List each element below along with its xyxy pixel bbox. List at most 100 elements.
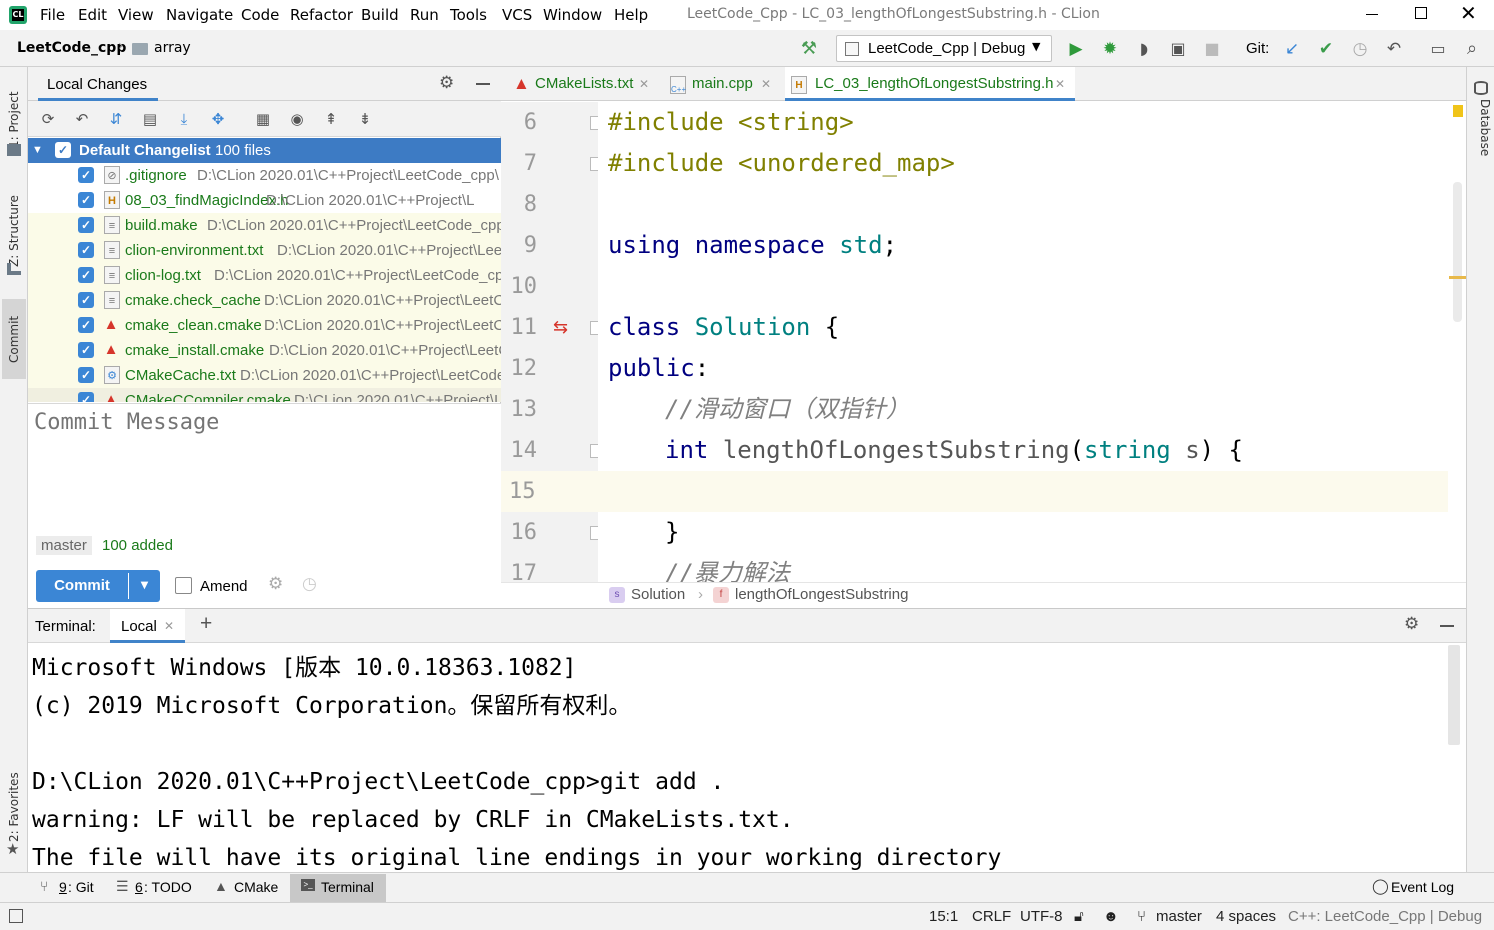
menu-code[interactable]: Code [241,6,279,24]
tool-tab-terminal[interactable]: >_ Terminal [290,874,386,902]
minimize-button[interactable] [1366,14,1378,15]
menu-run[interactable]: Run [410,6,439,24]
code-area[interactable]: #include <string> #include <unordered_ma… [598,102,1448,582]
breadcrumb-project[interactable]: LeetCode_cpp [17,40,126,56]
build-hammer-icon[interactable]: ⚒ [798,38,820,60]
changelist-icon[interactable]: ▤ [139,108,161,130]
tool-tab-todo[interactable]: ☰ 6: TODO [108,873,198,902]
close-tab-icon[interactable]: ✕ [1055,67,1065,101]
update-download-icon[interactable]: ⤓ [173,108,195,130]
local-changes-tab[interactable]: Local Changes [47,76,147,93]
git-commit-icon[interactable]: ✔ [1315,38,1337,60]
fold-marker-icon[interactable] [590,157,598,171]
file-checkbox[interactable]: ✓ [78,392,94,402]
menu-navigate[interactable]: Navigate [166,6,233,24]
shelve-icon[interactable]: ✥ [207,108,229,130]
list-item[interactable]: ✓ ≡ clion-environment.txt D:\CLion 2020.… [28,238,501,263]
preview-eye-icon[interactable]: ◉ [286,108,308,130]
toggle-tool-windows-icon[interactable] [9,909,23,923]
close-tab-icon[interactable]: ✕ [164,619,174,633]
commit-button[interactable]: Commit [36,570,128,602]
tab-main-cpp[interactable]: C++ main.cpp ✕ [668,67,780,101]
amend-checkbox[interactable] [175,577,192,594]
side-tab-favorites[interactable]: 2: Favorites [2,767,26,847]
fold-marker-icon[interactable] [590,444,598,458]
indent-setting[interactable]: 4 spaces [1216,908,1276,925]
file-encoding[interactable]: UTF-8 [1020,908,1063,925]
lock-icon[interactable]: 🔓︎ [1074,908,1084,925]
tool-tab-git[interactable]: ⑂ 9: Git [33,873,105,902]
changelist-checkbox[interactable]: ✓ [55,142,71,158]
hide-panel-icon[interactable] [1440,625,1454,627]
expand-all-icon[interactable]: ⇞ [320,108,342,130]
fold-marker-icon[interactable] [590,526,598,540]
event-log-button[interactable]: ◯ Event Log [1370,873,1460,902]
menu-vcs[interactable]: VCS [502,6,532,24]
cursor-position[interactable]: 15:1 [929,908,958,925]
file-checkbox[interactable]: ✓ [78,192,94,208]
fold-marker-icon[interactable] [590,116,598,130]
rollback-icon[interactable]: ↶ [71,108,93,130]
run-icon[interactable]: ▶ [1065,38,1087,60]
commit-message-input[interactable] [34,410,494,530]
search-icon[interactable]: ⌕ [1461,38,1483,60]
tool-tab-cmake[interactable]: ▲ CMake [205,873,287,902]
commit-options-dropdown[interactable]: ▼ [129,570,160,602]
breadcrumb-folder[interactable]: array [154,40,191,56]
list-item[interactable]: ✓ ⊘ .gitignore D:\CLion 2020.01\C++Proje… [28,163,501,188]
file-checkbox[interactable]: ✓ [78,217,94,233]
file-checkbox[interactable]: ✓ [78,317,94,333]
file-checkbox[interactable]: ✓ [78,292,94,308]
close-tab-icon[interactable]: ✕ [639,67,649,101]
git-update-icon[interactable]: ↙ [1281,38,1303,60]
inspection-status-icon[interactable] [1453,105,1463,117]
file-checkbox[interactable]: ✓ [78,367,94,383]
gear-icon[interactable]: ⚙ [1404,614,1419,634]
list-item[interactable]: ✓ ▲ cmake_install.cmake D:\CLion 2020.01… [28,338,501,363]
file-checkbox[interactable]: ✓ [78,267,94,283]
close-window-button[interactable]: ✕ [1460,2,1477,24]
inspector-icon[interactable]: ☻ [1103,908,1119,925]
debug-bug-icon[interactable]: ✹ [1099,38,1121,60]
file-checkbox[interactable]: ✓ [78,342,94,358]
list-item[interactable]: ✓ ≡ clion-log.txt D:\CLion 2020.01\C++Pr… [28,263,501,288]
side-tab-commit[interactable]: Commit [2,299,26,379]
list-item[interactable]: ✓ ≡ cmake.check_cache D:\CLion 2020.01\C… [28,288,501,313]
commit-options-gear-icon[interactable]: ⚙ [268,574,283,594]
breadcrumb-method[interactable]: lengthOfLongestSubstring [735,586,908,603]
editor-scrollbar[interactable] [1449,102,1466,582]
menu-refactor[interactable]: Refactor [290,6,353,24]
side-tab-database[interactable]: Database [1470,99,1492,189]
breadcrumb-class[interactable]: Solution [631,586,685,603]
fold-marker-icon[interactable] [590,321,598,335]
menu-tools[interactable]: Tools [450,6,487,24]
run-with-coverage-icon[interactable]: ◗ [1133,38,1155,60]
refresh-icon[interactable]: ⟳ [37,108,59,130]
gear-icon[interactable]: ⚙ [439,73,454,93]
menu-build[interactable]: Build [361,6,399,24]
scroll-thumb[interactable] [1453,182,1462,322]
git-branch[interactable]: master [1156,908,1202,925]
menu-view[interactable]: View [118,6,154,24]
git-history-icon[interactable]: ◷ [1349,38,1371,60]
run-config-select[interactable]: LeetCode_Cpp | Debug ▼ [836,35,1052,62]
menu-file[interactable]: File [40,6,65,24]
list-item[interactable]: ✓ ▲ CMakeCCompiler.cmake D:\CLion 2020.0… [28,388,501,402]
maximize-button[interactable] [1415,7,1427,19]
changelist-row[interactable]: ▼ ✓ Default Changelist 100 files [28,138,501,163]
line-separator[interactable]: CRLF [972,908,1011,925]
new-terminal-plus-icon[interactable]: + [200,612,212,636]
file-checkbox[interactable]: ✓ [78,242,94,258]
collapse-all-icon[interactable]: ⇟ [354,108,376,130]
git-rollback-icon[interactable]: ↶ [1383,38,1405,60]
project-structure-icon[interactable]: ▭ [1427,38,1449,60]
close-tab-icon[interactable]: ✕ [761,67,771,101]
stop-icon[interactable]: ■ [1201,38,1223,60]
group-by-icon[interactable]: ▦ [252,108,274,130]
terminal-scrollbar[interactable] [1448,645,1460,745]
list-item[interactable]: ✓ ≡ build.make D:\CLion 2020.01\C++Proje… [28,213,501,238]
menu-help[interactable]: Help [614,6,648,24]
list-item[interactable]: ✓ ⚙ CMakeCache.txt D:\CLion 2020.01\C++P… [28,363,501,388]
profile-icon[interactable]: ▣ [1167,38,1189,60]
hide-panel-icon[interactable] [476,83,490,85]
